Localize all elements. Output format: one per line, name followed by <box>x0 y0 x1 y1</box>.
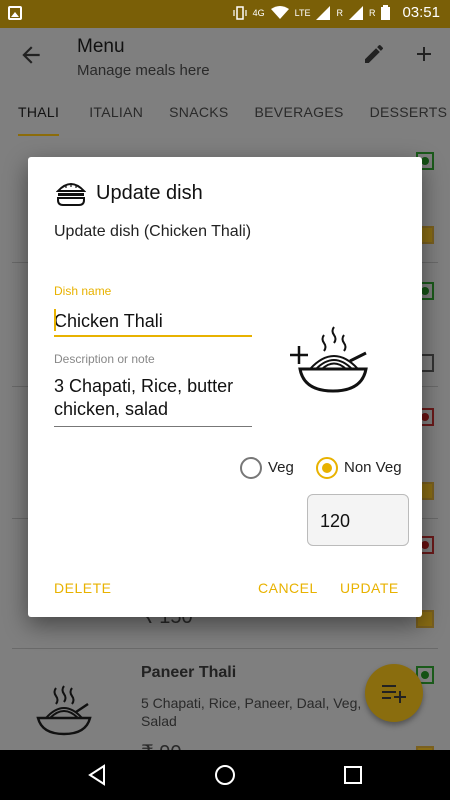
burger-icon <box>56 183 86 206</box>
update-button[interactable]: UPDATE <box>340 580 399 596</box>
battery-icon <box>381 5 391 20</box>
dish-description: 5 Chapati, Rice, Paneer, Daal, Veg, Sala… <box>141 695 362 729</box>
edit-pencil-icon[interactable] <box>362 42 386 66</box>
add-thali-icon <box>290 326 368 393</box>
nonveg-radio[interactable] <box>316 457 338 479</box>
add-icon[interactable] <box>412 42 436 66</box>
list-divider <box>12 648 438 649</box>
dish-name-input[interactable] <box>54 307 252 337</box>
thali-dish-icon <box>36 685 92 736</box>
lte-label: LTE <box>294 7 311 18</box>
clock: 03:51 <box>402 4 440 21</box>
system-nav-bar <box>0 750 450 800</box>
signal-icon-2 <box>348 5 363 20</box>
category-tabs: THALI ITALIAN SNACKS BEVERAGES DESSERTS <box>0 90 450 136</box>
wifi-icon <box>270 5 289 19</box>
nav-home-icon[interactable] <box>214 764 236 786</box>
tab-snacks[interactable]: SNACKS <box>169 90 228 136</box>
add-to-menu-button[interactable] <box>365 664 423 722</box>
nav-recents-icon[interactable] <box>342 764 364 786</box>
roaming-label-1: R <box>336 7 343 18</box>
signal-icon-1 <box>316 5 331 20</box>
veg-radio-label: Veg <box>268 459 294 476</box>
back-arrow-icon[interactable] <box>18 42 44 68</box>
roaming-label-2: R <box>368 7 376 18</box>
vibrate-icon <box>232 5 247 20</box>
dialog-subtitle: Update dish (Chicken Thali) <box>54 223 252 240</box>
dish-title: Paneer Thali <box>141 664 237 681</box>
image-notification-icon <box>8 6 22 20</box>
dish-name-label: Dish name <box>54 284 112 298</box>
tab-italian[interactable]: ITALIAN <box>89 90 143 136</box>
description-label: Description or note <box>54 352 155 366</box>
tab-thali[interactable]: THALI <box>18 90 60 136</box>
price-input[interactable]: 120 <box>307 494 409 546</box>
network-type-label: 4G <box>252 7 265 18</box>
cancel-button[interactable]: CANCEL <box>258 580 318 596</box>
tab-desserts[interactable]: DESSERTS <box>370 90 448 136</box>
app-bar: Menu Manage meals here <box>0 28 450 90</box>
nav-back-icon[interactable] <box>86 764 108 786</box>
description-input[interactable]: 3 Chapati, Rice, butter chicken, salad <box>54 375 252 427</box>
status-bar: 4G LTE R R 03:51 <box>0 0 450 28</box>
veg-radio[interactable] <box>240 457 262 479</box>
page-subtitle: Manage meals here <box>77 62 210 79</box>
nonveg-radio-label: Non Veg <box>344 459 402 476</box>
text-cursor <box>54 309 56 331</box>
dialog-title: Update dish <box>96 182 203 204</box>
page-title: Menu <box>77 36 125 57</box>
playlist-add-icon <box>382 685 406 703</box>
update-dish-dialog: Update dish Update dish (Chicken Thali) … <box>28 157 422 617</box>
delete-button[interactable]: DELETE <box>54 580 111 596</box>
dish-price: ₹ 90 <box>141 740 182 750</box>
tab-beverages[interactable]: BEVERAGES <box>255 90 344 136</box>
